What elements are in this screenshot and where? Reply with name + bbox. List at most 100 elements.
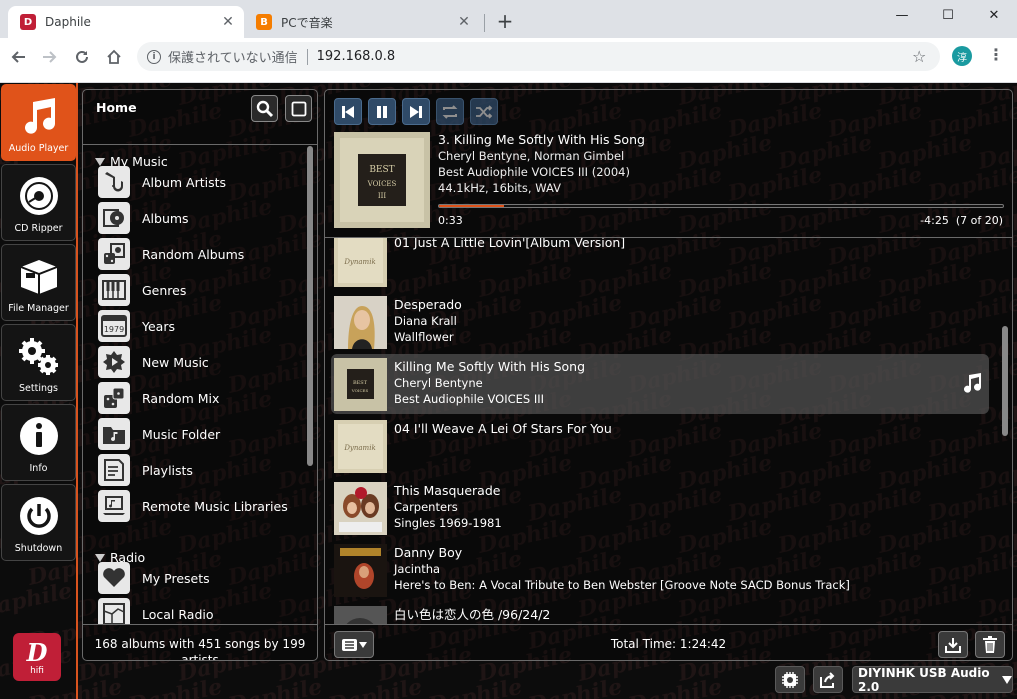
download-tray-icon [945, 637, 961, 653]
playlist-track-artist: Jacintha [394, 562, 441, 576]
playlist-row[interactable]: Dynamik 04 I'll Weave A Lei Of Stars For … [331, 416, 989, 476]
bookmark-star-icon[interactable]: ☆ [912, 47, 926, 66]
back-button[interactable] [4, 43, 32, 71]
album-art: Dynamik [334, 238, 387, 287]
minimize-button[interactable]: — [879, 0, 925, 30]
calendar-1979-icon: 1979 [98, 310, 130, 342]
browse-item-random-albums[interactable]: Random Albums [98, 238, 244, 270]
hardware-button[interactable] [775, 666, 805, 693]
queue-position: (7 of 20) [955, 214, 1003, 227]
browse-item-random-mix[interactable]: Random Mix [98, 382, 219, 414]
home-button[interactable] [100, 43, 128, 71]
clear-playlist-button[interactable] [975, 631, 1005, 658]
playlist-track-title: Killing Me Softly With His Song [394, 359, 586, 374]
forward-button[interactable] [36, 43, 64, 71]
export-button[interactable] [813, 666, 843, 693]
shuffle-button[interactable] [470, 98, 498, 125]
progress-bar[interactable] [438, 204, 1004, 208]
playlist-row[interactable]: Danny Boy Jacintha Here's to Ben: A Vocal … [331, 540, 989, 600]
playlist-row-current[interactable]: BEST VOICES Killing Me Softly With His Son… [331, 354, 989, 414]
browse-item-label: Local Radio [142, 606, 214, 622]
search-icon [256, 100, 273, 117]
browse-item-album-artists[interactable]: Album Artists [98, 166, 226, 198]
browse-item-label: New Music [142, 354, 209, 370]
playlist-row-text: 01 Just A Little Lovin'[Album Version] [394, 238, 625, 251]
tab-daphile[interactable]: D Daphile ✕ [8, 6, 244, 38]
now-playing-cover[interactable]: BEST VOICES III [334, 132, 430, 228]
playlist-track-artist: Carpenters [394, 500, 458, 514]
browse-scrollbar[interactable] [307, 146, 313, 466]
tab-close-icon[interactable]: ✕ [220, 14, 236, 30]
browse-item-genres[interactable]: Genres [98, 274, 186, 306]
playlist-row[interactable]: Desperado Diana Krall Wallflower [331, 292, 989, 352]
nav-file-manager[interactable]: File Manager [1, 244, 76, 321]
search-button[interactable] [251, 95, 278, 122]
browse-item-my-presets[interactable]: My Presets [98, 562, 210, 594]
browse-item-new-music[interactable]: New Music [98, 346, 209, 378]
security-label: 保護されていない通信 [168, 51, 298, 66]
albums-icon [98, 202, 130, 234]
repeat-button[interactable] [436, 98, 464, 125]
omnibox-separator [306, 48, 308, 65]
nav-label: File Manager [8, 303, 69, 314]
daphile-app: Daphile Daphile Daphile Daphile Daphile Daphi… [0, 83, 1017, 699]
svg-text:BEST: BEST [353, 380, 368, 386]
browse-item-playlists[interactable]: Playlists [98, 454, 193, 486]
browse-item-local-radio[interactable]: Local Radio [98, 598, 214, 624]
playlist-icon [98, 454, 130, 486]
track-album[interactable]: Best Audiophile VOICES III (2004) [438, 164, 645, 180]
address-bar[interactable]: i 保護されていない通信 192.168.0.8 [137, 42, 940, 71]
collapse-triangle-icon [95, 553, 105, 562]
playlist-row[interactable]: This Masquerade Carpenters Singles 1969-19… [331, 478, 989, 538]
maximize-button[interactable]: ☐ [925, 0, 971, 30]
browse-item-remote-libraries[interactable]: Remote Music Libraries [98, 490, 288, 522]
profile-avatar[interactable]: 淳 [952, 46, 972, 66]
playlist-row-text: 04 I'll Weave A Lei Of Stars For You [394, 421, 612, 437]
browse-item-label: Album Artists [142, 174, 227, 190]
arrow-right-icon [43, 51, 57, 63]
save-playlist-button[interactable] [938, 631, 968, 658]
svg-text:D: D [26, 638, 48, 667]
album-art [334, 482, 387, 535]
close-window-button[interactable]: ✕ [971, 0, 1017, 30]
new-tab-button[interactable]: + [494, 9, 516, 33]
nav-label: Settings [19, 383, 58, 394]
playlist-row[interactable]: Dynamik 01 Just A Little Lovin'[Album Ver… [331, 238, 989, 290]
playlist-scrollbar[interactable] [1002, 326, 1008, 436]
random-album-icon [98, 238, 130, 270]
playlist-row-text: Killing Me Softly With His Song Cheryl Be… [394, 359, 585, 407]
saxophone-icon [98, 166, 130, 198]
browse-item-albums[interactable]: Albums [98, 202, 189, 234]
info-icon[interactable]: i [147, 49, 161, 64]
menu-kebab-icon[interactable]: ⋮ [988, 45, 1004, 64]
tab-close-icon[interactable]: ✕ [456, 14, 472, 30]
daphile-favicon-icon: D [20, 14, 36, 30]
select-mode-button[interactable] [285, 95, 312, 122]
track-artist[interactable]: Cheryl Bentyne, Norman Gimbel [438, 148, 645, 164]
browse-item-label: Years [142, 318, 175, 334]
tab-pc-music[interactable]: B PCで音楽 ✕ [244, 6, 480, 38]
track-title: 3. Killing Me Softly With His Song [438, 132, 645, 147]
playlist-track-album: Wallflower [394, 330, 454, 344]
nav-shutdown[interactable]: Shutdown [1, 484, 76, 561]
browse-header: Home [83, 90, 317, 145]
pause-button[interactable] [368, 98, 396, 125]
next-button[interactable] [402, 98, 430, 125]
browse-list: My Music Album Artists Albums Random Alb… [83, 146, 307, 624]
tab-title: PCで音楽 [281, 15, 333, 30]
output-device-select[interactable]: DIYINHK USB Audio 2.0 [852, 666, 1013, 694]
reload-button[interactable] [68, 43, 96, 71]
chip-icon [782, 671, 798, 688]
album-art [334, 606, 387, 624]
elapsed-time: 0:33 [438, 214, 463, 227]
previous-button[interactable] [334, 98, 362, 125]
library-summary: 168 albums with 451 songs by 199 artists [83, 624, 317, 660]
playlist-track-album: Singles 1969-1981 [394, 516, 502, 530]
browse-item-music-folder[interactable]: Music Folder [98, 418, 220, 450]
nav-cd-ripper[interactable]: CD Ripper [1, 164, 76, 241]
playlist-row[interactable]: 白い色は恋人の色 /96/24/2 [331, 602, 989, 624]
nav-settings[interactable]: Settings [1, 324, 76, 401]
nav-audio-player[interactable]: Audio Player [1, 84, 76, 161]
nav-info[interactable]: Info [1, 404, 76, 481]
browse-item-years[interactable]: 1979 Years [98, 310, 175, 342]
